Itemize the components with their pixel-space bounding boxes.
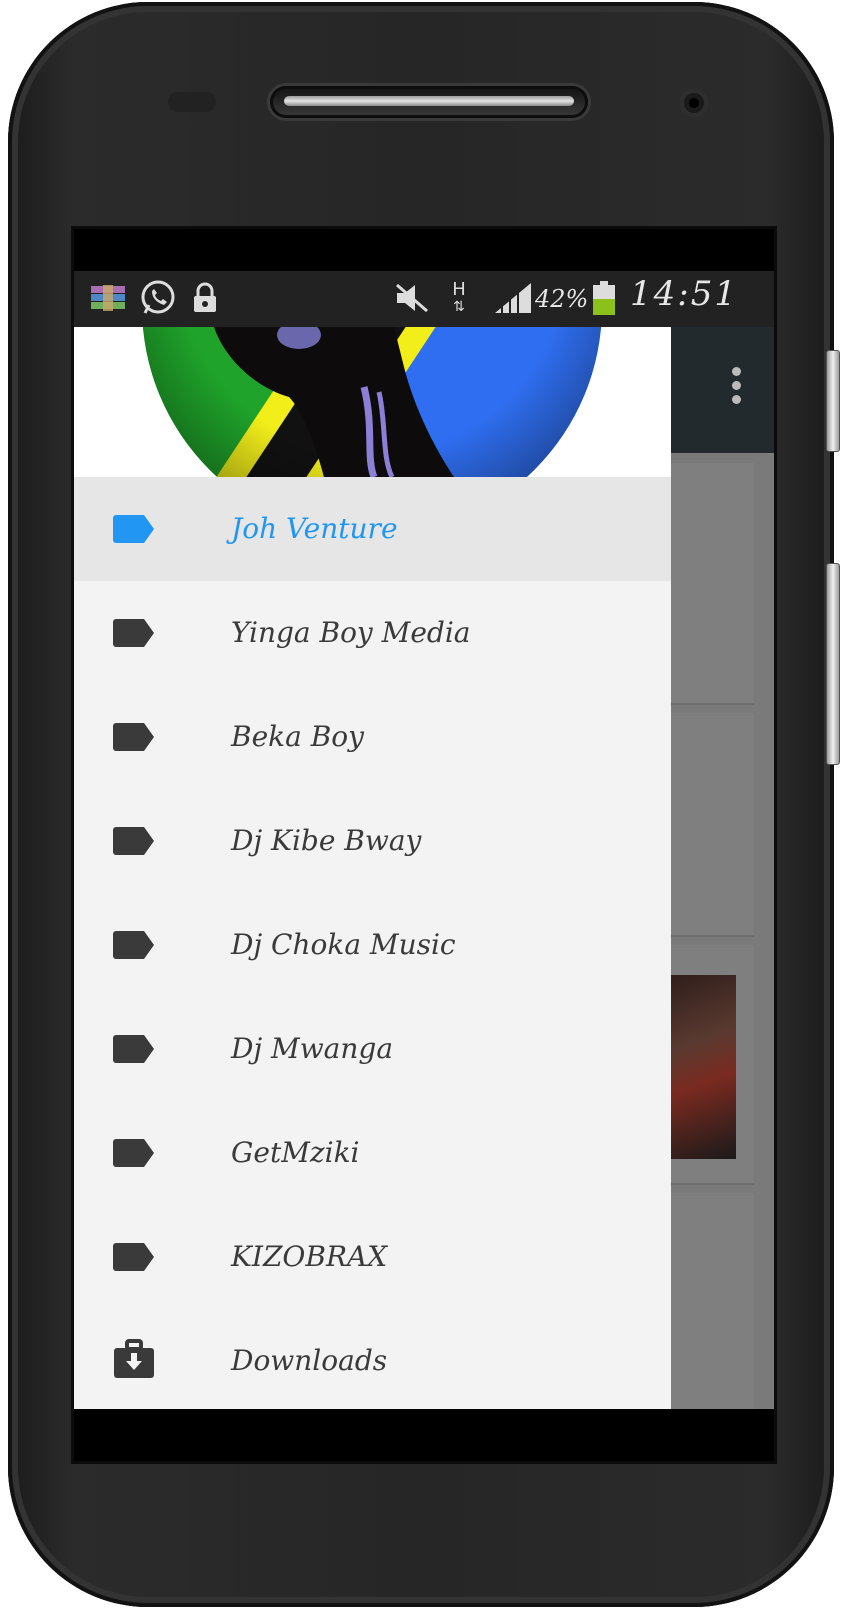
network-type: H [452, 279, 466, 300]
label-icon [113, 1139, 154, 1167]
volume-button [826, 563, 840, 765]
drawer-item-label: Yinga Boy Media [231, 616, 471, 649]
drawer-item-yinga-boy-media[interactable]: Yinga Boy Media [74, 581, 671, 685]
navigation-bar-area [74, 1409, 774, 1461]
screen: H ⇅ 42% 14:51 Joh Venture Yinga Boy Medi… [71, 226, 777, 1464]
front-camera [679, 88, 709, 118]
signal-icon [492, 279, 534, 317]
drawer-header-image [74, 327, 671, 477]
proximity-sensor [168, 92, 216, 112]
label-icon [113, 723, 154, 751]
drawer-item-label: Dj Choka Music [231, 928, 456, 961]
drawer-menu: Joh Venture Yinga Boy Media Beka Boy Dj … [74, 477, 671, 1413]
label-icon [113, 619, 154, 647]
whatsapp-icon [138, 279, 178, 317]
label-icon [113, 515, 154, 543]
power-button [826, 350, 840, 452]
status-bar: H ⇅ 42% 14:51 [74, 271, 774, 327]
drawer-item-beka-boy[interactable]: Beka Boy [74, 685, 671, 789]
drawer-item-kizobrax[interactable]: KIZOBRAX [74, 1205, 671, 1309]
label-icon [113, 1243, 154, 1271]
battery-icon [591, 279, 617, 317]
winrar-icon [88, 279, 128, 317]
drawer-item-label: GetMziki [231, 1136, 360, 1169]
drawer-item-label: KIZOBRAX [231, 1240, 388, 1273]
earpiece-speaker [270, 86, 588, 118]
drawer-item-joh-venture[interactable]: Joh Venture [74, 477, 671, 581]
clock: 14:51 [630, 274, 738, 314]
drawer-item-getmziki[interactable]: GetMziki [74, 1101, 671, 1205]
drawer-item-label: Dj Mwanga [231, 1032, 394, 1065]
download-briefcase-icon [114, 1339, 154, 1378]
drawer-item-dj-kibe-bway[interactable]: Dj Kibe Bway [74, 789, 671, 893]
more-options-icon[interactable] [728, 367, 744, 411]
drawer-item-label: Beka Boy [231, 720, 364, 753]
data-arrows-icon: H ⇅ [452, 279, 466, 316]
drawer-item-downloads[interactable]: Downloads [74, 1309, 671, 1413]
drawer-item-dj-choka-music[interactable]: Dj Choka Music [74, 893, 671, 997]
label-icon [113, 1035, 154, 1063]
drawer-item-dj-mwanga[interactable]: Dj Mwanga [74, 997, 671, 1101]
mute-icon [392, 279, 432, 317]
battery-percent: 42% [535, 285, 589, 313]
drawer-item-label: Joh Venture [231, 512, 398, 545]
lock-icon [190, 279, 220, 317]
label-icon [113, 931, 154, 959]
drawer-item-label: Dj Kibe Bway [231, 824, 422, 857]
drawer-item-label: Downloads [231, 1344, 388, 1377]
label-icon [113, 827, 154, 855]
navigation-drawer: Joh Venture Yinga Boy Media Beka Boy Dj … [74, 327, 671, 1409]
